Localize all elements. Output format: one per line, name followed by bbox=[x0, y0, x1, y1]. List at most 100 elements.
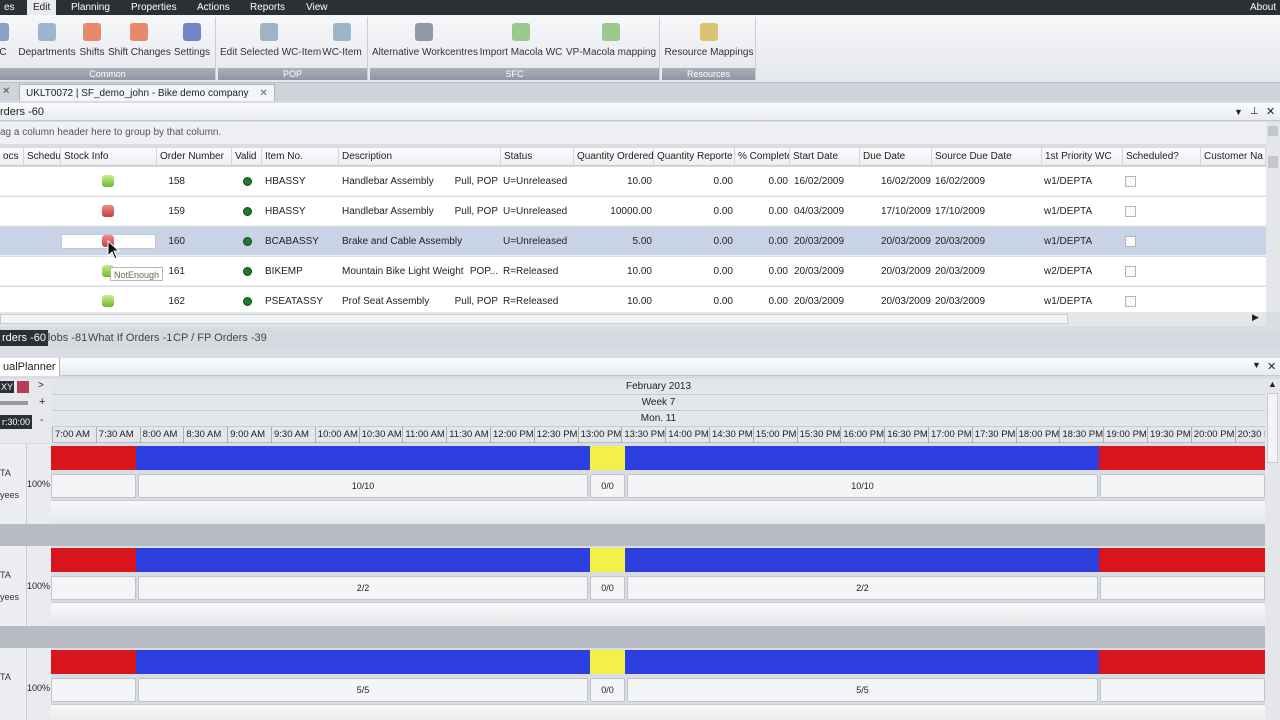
menu-about[interactable]: About bbox=[1244, 1, 1280, 14]
shifts-button[interactable]: Shifts bbox=[78, 19, 106, 67]
table-row[interactable]: 161 BIKEMP Mountain Bike Light Weight POP..… bbox=[0, 257, 1266, 286]
capacity-slot[interactable]: 0/0 bbox=[590, 474, 625, 498]
visual-planner-tab[interactable]: ualPlanner bbox=[0, 358, 60, 376]
zoom-slider[interactable] bbox=[0, 401, 28, 405]
column-header[interactable]: Status bbox=[501, 148, 574, 166]
close-icon[interactable]: ✕ bbox=[259, 88, 267, 99]
import-macola-wc-button[interactable]: Import Macola WC bbox=[479, 19, 563, 67]
scroll-thumb[interactable] bbox=[0, 314, 1068, 324]
menu-properties[interactable]: Properties bbox=[125, 1, 183, 14]
shift-bar-off[interactable] bbox=[1099, 548, 1265, 572]
capacity-slot[interactable] bbox=[1100, 576, 1265, 600]
wc-item-button[interactable]: WC-Item bbox=[320, 19, 364, 67]
capacity-slot[interactable] bbox=[51, 678, 136, 702]
zoom-in-icon[interactable]: + bbox=[39, 396, 45, 408]
capacity-slot[interactable] bbox=[51, 474, 136, 498]
tab-jobs[interactable]: Jobs -81 bbox=[43, 330, 89, 346]
table-row[interactable]: 158 HBASSY Handlebar Assembly Pull, POP U=Un… bbox=[0, 167, 1266, 196]
dropdown-icon[interactable]: ▼ bbox=[1252, 360, 1261, 370]
scheduled-checkbox[interactable] bbox=[1125, 236, 1136, 247]
scroll-up-icon[interactable] bbox=[1268, 126, 1278, 136]
shift-bar-work[interactable] bbox=[625, 446, 1099, 470]
edit-selected-wc-item-button[interactable]: Edit Selected WC-Item bbox=[220, 19, 321, 67]
column-header[interactable]: Schedul bbox=[24, 148, 61, 166]
shift-bar-work[interactable] bbox=[625, 650, 1099, 674]
zoom-out-icon[interactable]: - bbox=[40, 415, 43, 426]
grid-vertical-scrollbar[interactable] bbox=[1266, 122, 1280, 312]
capacity-slot[interactable] bbox=[51, 576, 136, 600]
menu-view[interactable]: View bbox=[300, 1, 334, 14]
column-header[interactable]: Start Date bbox=[790, 148, 860, 166]
table-row[interactable]: 159 HBASSY Handlebar Assembly Pull, POP U=Un… bbox=[0, 197, 1266, 226]
menu-edit[interactable]: Edit bbox=[27, 0, 57, 15]
shift-bar-off[interactable] bbox=[51, 548, 136, 572]
capacity-slot[interactable] bbox=[1100, 678, 1265, 702]
capacity-slot[interactable]: 2/2 bbox=[138, 576, 588, 600]
scheduled-checkbox[interactable] bbox=[1125, 206, 1136, 217]
resource-mappings-button[interactable]: Resource Mappings bbox=[664, 19, 754, 67]
settings-button[interactable]: Settings bbox=[172, 19, 212, 67]
column-header[interactable]: Due Date bbox=[860, 148, 932, 166]
column-header[interactable]: 1st Priority WC bbox=[1042, 148, 1123, 166]
shift-bar-work[interactable] bbox=[625, 548, 1099, 572]
capacity-slot[interactable]: 10/10 bbox=[627, 474, 1098, 498]
dropdown-icon[interactable]: ▼ bbox=[1234, 103, 1243, 121]
xy-toggle[interactable]: XY bbox=[0, 381, 15, 393]
column-header[interactable]: Stock Info bbox=[61, 148, 157, 166]
shift-bar-work[interactable] bbox=[136, 446, 590, 470]
capacity-slot[interactable] bbox=[1100, 474, 1265, 498]
grid-horizontal-scrollbar[interactable]: ▶ bbox=[0, 312, 1266, 326]
scroll-thumb[interactable] bbox=[1268, 156, 1278, 168]
column-header[interactable]: Customer Na bbox=[1201, 148, 1266, 166]
scroll-right-icon[interactable]: ▶ bbox=[1252, 312, 1259, 323]
scheduled-checkbox[interactable] bbox=[1125, 176, 1136, 187]
column-header[interactable]: ocs bbox=[0, 148, 24, 166]
shift-bar-break[interactable] bbox=[590, 446, 625, 470]
menu-planning[interactable]: Planning bbox=[65, 1, 116, 14]
shift-bar-off[interactable] bbox=[1099, 446, 1265, 470]
capacity-slot[interactable]: 5/5 bbox=[138, 678, 588, 702]
table-row[interactable]: 160 BCABASSY Brake and Cable Assembly U=Unr… bbox=[0, 227, 1266, 256]
time-interval[interactable]: r:30:00 bbox=[0, 415, 33, 429]
column-header[interactable]: Quantity Reporte bbox=[654, 148, 735, 166]
column-header[interactable]: Item No. bbox=[262, 148, 339, 166]
shift-changes-button[interactable]: Shift Changes bbox=[108, 19, 171, 67]
shift-bar-break[interactable] bbox=[590, 650, 625, 674]
tab-cp-fp-orders[interactable]: CP / FP Orders -39 bbox=[171, 330, 269, 346]
close-icon[interactable]: ✕ bbox=[1266, 103, 1275, 121]
scheduled-checkbox[interactable] bbox=[1125, 296, 1136, 307]
scroll-thumb[interactable] bbox=[1267, 393, 1278, 463]
scheduled-checkbox[interactable] bbox=[1125, 266, 1136, 277]
departments-button[interactable]: Departments bbox=[17, 19, 77, 67]
capacity-slot[interactable]: 0/0 bbox=[590, 576, 625, 600]
column-header[interactable]: Valid bbox=[232, 148, 262, 166]
column-header[interactable]: Description bbox=[339, 148, 501, 166]
shift-bar-off[interactable] bbox=[51, 650, 136, 674]
group-by-hint[interactable]: ag a column header here to group by that… bbox=[0, 122, 1266, 144]
scroll-up-icon[interactable]: ▲ bbox=[1268, 379, 1277, 389]
close-icon[interactable]: ✕ bbox=[2, 86, 10, 97]
shift-bar-off[interactable] bbox=[1099, 650, 1265, 674]
column-header[interactable]: Quantity Ordered bbox=[574, 148, 654, 166]
color-icon[interactable] bbox=[17, 381, 29, 393]
column-header[interactable]: Scheduled? bbox=[1123, 148, 1201, 166]
column-header[interactable]: % Complete bbox=[735, 148, 790, 166]
shift-bar-off[interactable] bbox=[51, 446, 136, 470]
column-header[interactable]: Source Due Date bbox=[932, 148, 1042, 166]
column-header[interactable]: Order Number bbox=[157, 148, 232, 166]
shift-bar-break[interactable] bbox=[590, 548, 625, 572]
vp-macola-mapping-button[interactable]: VP-Macola mapping bbox=[566, 19, 656, 67]
pin-icon[interactable]: ⊥ bbox=[1250, 103, 1259, 121]
menu-actions[interactable]: Actions bbox=[191, 1, 236, 14]
menu-files[interactable]: es bbox=[0, 1, 21, 14]
close-icon[interactable]: ✕ bbox=[1267, 360, 1276, 373]
capacity-slot[interactable]: 0/0 bbox=[590, 678, 625, 702]
capacity-slot[interactable]: 2/2 bbox=[627, 576, 1098, 600]
tab-bike-demo-company[interactable]: UKLT0072 | SF_demo_john - Bike demo comp… bbox=[19, 84, 275, 101]
tab-what-if-orders[interactable]: What If Orders -1 bbox=[86, 330, 174, 346]
shift-bar-work[interactable] bbox=[136, 548, 590, 572]
wc-button[interactable]: C bbox=[0, 19, 10, 67]
capacity-slot[interactable]: 10/10 bbox=[138, 474, 588, 498]
alternative-workcentres-button[interactable]: Alternative Workcentres bbox=[372, 19, 478, 67]
capacity-slot[interactable]: 5/5 bbox=[627, 678, 1098, 702]
